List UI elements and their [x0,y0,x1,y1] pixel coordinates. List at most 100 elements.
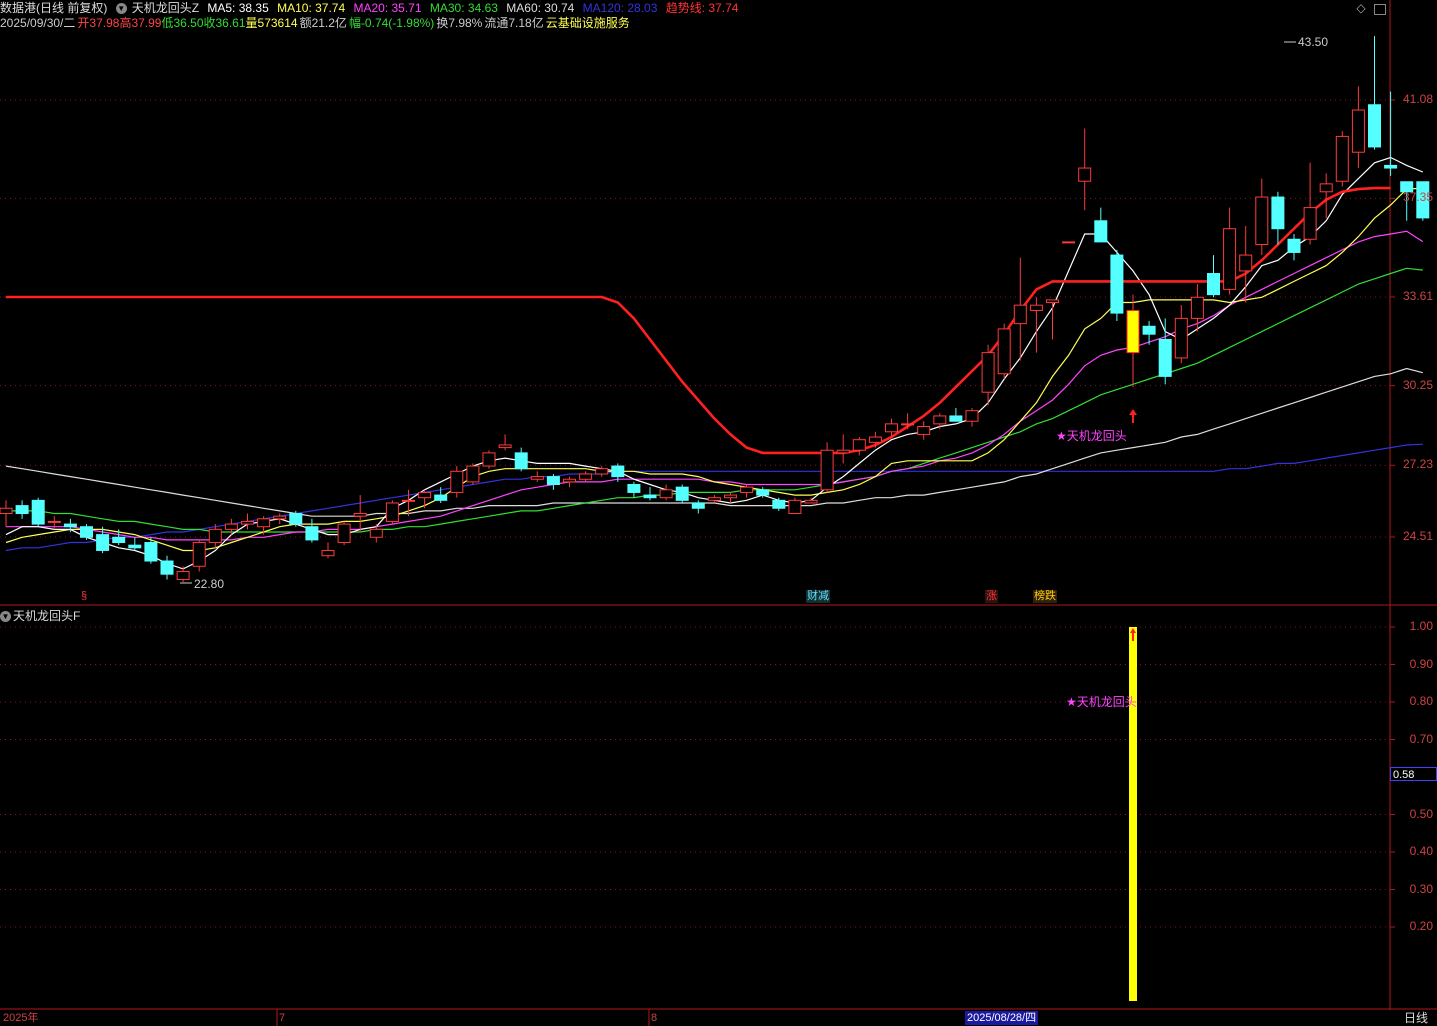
candle-body [563,478,576,483]
candle-body [707,497,721,501]
chart-canvas[interactable] [0,0,1437,1026]
candle-body [482,452,496,467]
candle-body [1319,183,1333,193]
candle [353,495,367,532]
candle [804,497,818,504]
candle [305,518,319,543]
candle-body [868,436,882,443]
marker-dividend[interactable]: § [80,590,88,603]
candle-body [402,499,415,502]
candle-body [772,499,786,509]
candle [498,434,512,451]
main-axis-label: 24.51 [1402,529,1433,543]
candle-body [1271,196,1285,230]
candle-body [369,528,383,538]
ma60-line [5,367,1423,517]
candle-body [1223,228,1237,290]
candle-body [852,439,866,451]
candle [772,497,786,511]
sub-panel-title[interactable]: ▼ 天机龙回头F [0,607,80,624]
candle [707,495,721,503]
candle [563,476,576,488]
candle-body [788,499,802,515]
period-button[interactable]: 日线 [1404,1011,1428,1025]
candle [852,437,866,456]
candle-body [1239,254,1253,272]
candle-body [1094,220,1108,243]
high-price-label: 43.50 [1298,35,1329,49]
candle [31,497,45,527]
candle-body [257,518,271,528]
candle-body [63,523,77,528]
candle-body [836,449,850,454]
candle [1287,233,1301,261]
candle [0,500,13,527]
selected-date: 2025/08/28/四 [965,1011,1039,1025]
marker-finance-reduce[interactable]: 财减 [806,590,830,603]
marker-rise[interactable]: 涨 [985,590,998,603]
candle-body [1190,296,1204,319]
candle-body [47,520,61,523]
candle-body [1255,196,1269,246]
candle-body [128,544,142,549]
main-axis-label: 37.35 [1402,190,1433,205]
candle-body [981,352,995,393]
sub-axis-label: 1.00 [1409,619,1433,633]
main-axis-label: 27.23 [1402,457,1433,472]
candle [1271,191,1285,245]
candle-body [546,476,560,486]
candle-body [1174,317,1188,359]
ma30-line [6,267,1423,533]
candle [1223,207,1237,295]
candle [530,471,544,482]
candle [820,442,834,493]
sub-indicator-series [1129,627,1137,1001]
sub-axis-label: 0.40 [1409,844,1433,858]
signal-arrow-head-icon [1129,409,1137,415]
candle-body [627,484,641,493]
candle-body [96,534,110,551]
candle [1158,318,1172,385]
candle-body [337,523,351,544]
candle [1013,257,1027,361]
sub-current-value: 0.58 [1390,767,1437,781]
sub-signal-label: ★天机龙回头 [1066,695,1137,709]
candle-body [1351,109,1365,153]
candle-body [804,499,818,504]
candle-body [1158,338,1172,377]
candle-body [144,542,158,562]
candle-body [579,473,593,480]
candle [1126,294,1140,387]
candle-body [208,528,222,544]
candle [128,537,142,551]
candle [724,492,737,503]
candle-body [691,502,705,509]
candle-body [321,549,335,557]
candle [1046,299,1059,340]
candle [450,466,464,498]
candle [337,521,351,546]
candle-body [675,486,689,501]
chevron-down-icon[interactable]: ▼ [0,611,11,623]
candle-body [514,452,528,470]
candle [1207,255,1220,298]
candle [965,408,979,427]
candle [579,471,593,482]
candle-body [1303,207,1317,240]
candle [643,487,657,501]
candle [788,497,802,515]
candle-body [949,415,963,422]
candle-body [1368,104,1381,148]
candle-body [289,513,303,525]
candle [1094,207,1108,243]
candle [1368,36,1381,150]
candle-body [176,571,190,580]
sub-axis-label: 0.90 [1409,656,1433,671]
candle-body [192,542,206,567]
candle [176,566,190,583]
x-label-year: 2025年 [3,1012,39,1024]
marker-board-drop[interactable]: 榜跌 [1033,590,1057,603]
candle-body [885,423,898,433]
candle [1303,162,1317,245]
candle [466,463,480,485]
